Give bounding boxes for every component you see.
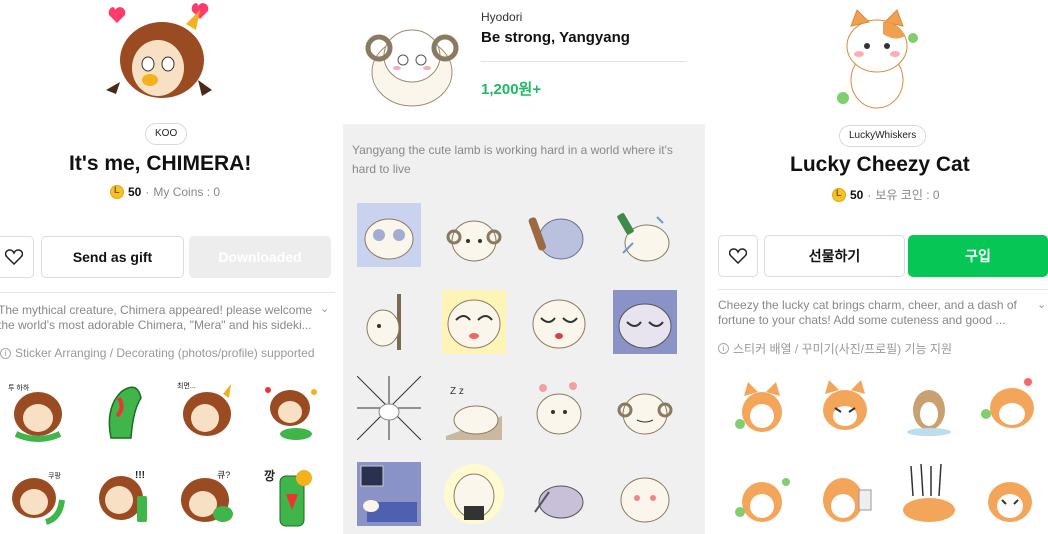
author-badge[interactable]: LuckyWhiskers: [839, 125, 927, 147]
coin-icon: [832, 187, 846, 202]
sticker-cat-7[interactable]: [897, 462, 961, 526]
sticker-sheep-14[interactable]: [442, 462, 506, 526]
my-coins-label: 보유 코인 : 0: [875, 188, 940, 202]
support-info: i Sticker Arranging / Decorating (photos…: [0, 346, 315, 360]
sticker-page-yangyang: Hyodori Be strong, Yangyang 1,200원+ Yang…: [343, 0, 705, 534]
cheezy-cat-hero-image: [837, 9, 918, 109]
sticker-chimera-6[interactable]: !!!: [91, 464, 155, 528]
sticker-sheep-16[interactable]: [613, 462, 677, 526]
sticker-description[interactable]: Cheezy the lucky cat brings charm, cheer…: [718, 298, 1030, 328]
sticker-text-2: 최면...: [177, 381, 196, 390]
author-badge[interactable]: KOO: [145, 123, 188, 145]
my-coins-label: My Coins : 0: [153, 185, 221, 199]
sticker-chimera-7[interactable]: 큐?: [175, 464, 239, 528]
coin-amount: 50: [128, 185, 142, 199]
support-text: 스티커 배열 / 꾸미기(사진/프로필) 기능 지원: [733, 342, 953, 356]
divider: [718, 289, 1048, 290]
sticker-cat-2[interactable]: [813, 372, 877, 436]
description-line-2: the world's most adorable Chimera, "Mera…: [0, 318, 312, 332]
info-icon: i: [718, 343, 729, 354]
sticker-cat-1[interactable]: [730, 372, 794, 436]
favorite-button[interactable]: [718, 235, 758, 277]
sticker-description: Yangyang the cute lamb is working hard i…: [352, 143, 673, 176]
description-line-1: Cheezy the lucky cat brings charm, cheer…: [718, 298, 1017, 312]
sticker-sheep-4[interactable]: [613, 203, 677, 267]
sticker-cat-5[interactable]: [730, 462, 794, 526]
sticker-title: It's me, CHIMERA!: [69, 152, 252, 175]
buy-button[interactable]: 구입: [908, 235, 1048, 277]
sticker-chimera-1[interactable]: 투 하하: [6, 378, 70, 442]
coin-info: 50 · My Coins : 0: [110, 185, 220, 199]
sticker-sheep-12[interactable]: [613, 376, 677, 440]
sticker-text-5: 큐?: [217, 470, 230, 480]
sticker-title: Be strong, Yangyang: [481, 29, 630, 46]
sticker-sheep-9[interactable]: [357, 376, 421, 440]
sticker-sheep-5[interactable]: [357, 290, 421, 354]
support-info: i 스티커 배열 / 꾸미기(사진/프로필) 기능 지원: [718, 340, 952, 357]
svg-text:Z z: Z z: [450, 386, 464, 397]
sticker-cat-8[interactable]: [978, 462, 1042, 526]
sticker-chimera-3[interactable]: 최면...: [175, 378, 239, 442]
send-as-gift-button[interactable]: Send as gift: [41, 236, 184, 278]
divider: [0, 292, 335, 293]
sticker-sheep-11[interactable]: [527, 376, 591, 440]
sticker-sheep-3[interactable]: [527, 203, 591, 267]
separator-dot: ·: [145, 185, 150, 199]
coin-icon: [110, 185, 124, 199]
sticker-page-cheezy-cat: LuckyWhiskers Lucky Cheezy Cat 50 · 보유 코…: [705, 0, 1048, 534]
sticker-cat-3[interactable]: [897, 372, 961, 436]
support-text: Sticker Arranging / Decorating (photos/p…: [15, 346, 315, 360]
coin-info: 50 · 보유 코인 : 0: [832, 186, 940, 203]
expand-description-icon[interactable]: ⌄: [320, 302, 329, 315]
sticker-sheep-2[interactable]: [442, 203, 506, 267]
separator-dot: ·: [867, 187, 872, 202]
send-gift-button[interactable]: 선물하기: [764, 235, 905, 277]
description-line-1: The mythical creature, Chimera appeared!…: [0, 303, 313, 317]
sticker-text-4: !!!: [135, 470, 145, 481]
sticker-text-3: 쿠팡: [48, 471, 61, 480]
downloaded-button: Downloaded: [189, 236, 331, 278]
author-name[interactable]: Hyodori: [481, 10, 522, 24]
heart-icon: [5, 249, 23, 265]
sticker-text-6: 깡: [264, 468, 275, 483]
sticker-cat-6[interactable]: [813, 462, 877, 526]
price: 1,200원+: [481, 81, 542, 98]
sticker-sheep-10[interactable]: Z z: [442, 376, 506, 440]
sticker-chimera-2[interactable]: [91, 378, 155, 442]
sticker-sheep-13[interactable]: [357, 462, 421, 526]
sticker-sheep-6[interactable]: [442, 290, 506, 354]
favorite-button[interactable]: [0, 236, 34, 278]
divider: [481, 61, 686, 62]
sticker-sheep-7[interactable]: [527, 290, 591, 354]
yangyang-hero-image: [365, 29, 459, 107]
chimera-hero-image: [106, 3, 212, 98]
description-line-2: fortune to your chats! Add some cuteness…: [718, 313, 1006, 327]
coin-amount: 50: [850, 187, 864, 202]
sticker-sheep-1[interactable]: [357, 203, 421, 267]
sticker-description[interactable]: The mythical creature, Chimera appeared!…: [0, 303, 316, 333]
info-icon: i: [0, 347, 11, 359]
sticker-page-chimera: KOO It's me, CHIMERA! 50 · My Coins : 0 …: [0, 0, 343, 534]
sticker-text-1: 투 하하: [8, 383, 30, 392]
sticker-title: Lucky Cheezy Cat: [790, 153, 970, 176]
sticker-chimera-5[interactable]: 쿠팡: [6, 464, 70, 528]
expand-description-icon[interactable]: ⌄: [1037, 298, 1046, 311]
heart-icon: [729, 248, 747, 264]
sticker-chimera-4[interactable]: [260, 378, 324, 442]
sticker-sheep-8[interactable]: [613, 290, 677, 354]
sticker-sheep-15[interactable]: [527, 462, 591, 526]
sticker-chimera-8[interactable]: 깡: [260, 464, 324, 528]
sticker-cat-4[interactable]: [978, 372, 1042, 436]
